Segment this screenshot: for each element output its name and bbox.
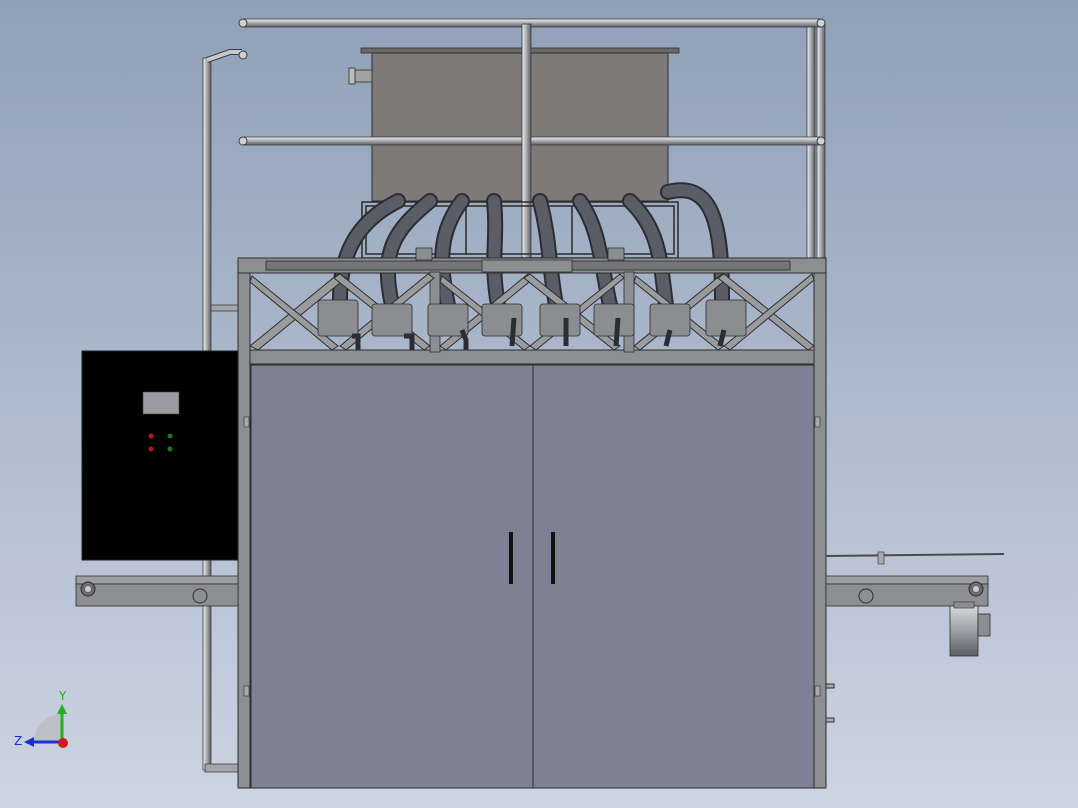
z-axis-label: Z — [14, 734, 22, 748]
top-railing-middle — [238, 136, 826, 146]
machine-drawing: Y Z — [0, 0, 1078, 808]
left-cabinet-door[interactable] — [250, 364, 534, 789]
left-door-handle[interactable] — [509, 532, 513, 584]
green-led-icon — [167, 433, 173, 439]
center-riser-pipe — [521, 23, 532, 261]
storage-tank — [348, 47, 680, 202]
right-door-handle[interactable] — [551, 532, 555, 584]
x-axis-icon — [58, 738, 68, 748]
red-led-icon — [148, 446, 154, 452]
green-led-icon — [167, 446, 173, 452]
hmi-display[interactable] — [142, 391, 180, 415]
cad-viewport: Y Z — [0, 0, 1078, 808]
y-axis-label: Y — [58, 689, 67, 703]
top-railing-upper — [238, 18, 826, 28]
cabinet — [243, 364, 821, 789]
right-cabinet-door[interactable] — [532, 364, 815, 789]
left-conveyor — [75, 575, 239, 607]
electrical-control-box — [81, 350, 239, 561]
red-led-icon — [148, 433, 154, 439]
